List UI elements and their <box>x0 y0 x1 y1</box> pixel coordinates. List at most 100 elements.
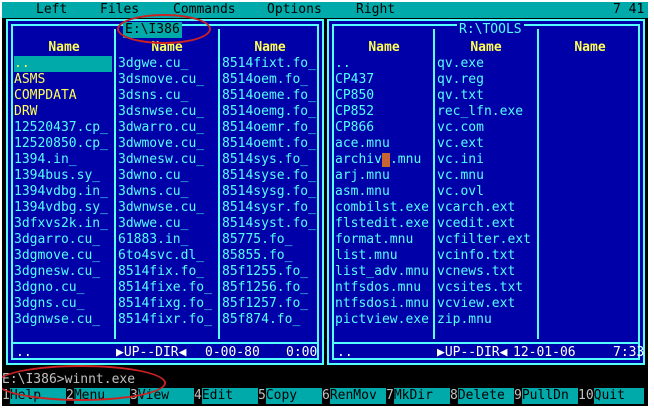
menu-left[interactable]: Left <box>36 2 67 18</box>
file-entry[interactable]: vc.ext <box>437 136 535 152</box>
file-entry[interactable]: vcfilter.ext <box>437 232 535 248</box>
file-entry[interactable]: 1394bus.sy_ <box>14 168 112 184</box>
fkey-delete-button[interactable]: 8Delete <box>450 388 514 404</box>
file-entry[interactable]: 85855.fo_ <box>222 248 318 264</box>
file-entry[interactable]: 1394vdbg.in_ <box>14 184 112 200</box>
menu-files[interactable]: Files <box>100 2 139 18</box>
file-entry[interactable]: 8514sysr.fo_ <box>222 200 318 216</box>
file-entry[interactable]: 3dwmove.cu_ <box>118 136 216 152</box>
fkey-view-button[interactable]: 3View <box>130 388 194 404</box>
file-entry[interactable]: 3dwarro.cu_ <box>118 120 216 136</box>
right-panel[interactable]: R:\TOOLS Name Name Name .. CP437 CP850 CP85… <box>327 19 645 365</box>
file-entry[interactable]: qv.txt <box>437 88 535 104</box>
fkey-quit-button[interactable]: 10Quit <box>578 388 644 404</box>
file-entry[interactable]: asm.mnu <box>335 184 431 200</box>
file-entry[interactable]: 85775.fo_ <box>222 232 318 248</box>
file-entry[interactable]: 8514fix.fo_ <box>118 264 216 280</box>
command-line[interactable]: E:\I386>winnt.exe <box>2 372 648 387</box>
file-entry[interactable]: list.mnu <box>335 248 431 264</box>
file-entry[interactable]: ntfsdosi.mnu <box>335 296 431 312</box>
file-entry[interactable]: ntfsdos.mnu <box>335 280 431 296</box>
file-entry[interactable]: vc.com <box>437 120 535 136</box>
menu-commands[interactable]: Commands <box>173 2 236 18</box>
file-entry[interactable]: zip.mnu <box>437 312 535 328</box>
file-entry[interactable]: 3dwnesw.cu_ <box>118 152 216 168</box>
file-entry[interactable]: 3dwno.cu_ <box>118 168 216 184</box>
menu-options[interactable]: Options <box>267 2 322 18</box>
file-entry[interactable]: arj.mnu <box>335 168 431 184</box>
file-entry[interactable]: vcsites.txt <box>437 280 535 296</box>
file-entry[interactable]: list_adv.mnu <box>335 264 431 280</box>
file-entry[interactable]: 3dgnesw.cu_ <box>14 264 112 280</box>
file-entry[interactable]: 85f1255.fo_ <box>222 264 318 280</box>
file-entry[interactable]: 8514sys.fo_ <box>222 152 318 168</box>
file-entry[interactable]: 8514fixt.fo_ <box>222 56 318 72</box>
left-panel[interactable]: E:\I386 Name Name Name .. ASMS COMPDATA DRW… <box>6 19 324 365</box>
file-entry[interactable]: qv.exe <box>437 56 535 72</box>
file-entry[interactable]: 12520437.cp_ <box>14 120 112 136</box>
file-entry[interactable]: vcedit.ext <box>437 216 535 232</box>
file-entry[interactable]: vcinfo.txt <box>437 248 535 264</box>
fkey-renmov-button[interactable]: 6RenMov <box>322 388 386 404</box>
file-entry[interactable]: 8514fixg.fo_ <box>118 296 216 312</box>
file-entry[interactable]: 8514sysg.fo_ <box>222 184 318 200</box>
file-entry[interactable]: CP850 <box>335 88 431 104</box>
file-entry[interactable]: 3dsns.cu_ <box>118 88 216 104</box>
file-entry[interactable]: 8514syse.fo_ <box>222 168 318 184</box>
file-entry[interactable]: 85f1256.fo_ <box>222 280 318 296</box>
file-entry[interactable]: 85f874.fo_ <box>222 312 318 328</box>
file-entry[interactable]: vc.ovl <box>437 184 535 200</box>
file-entry[interactable]: 3dsnwse.cu_ <box>118 104 216 120</box>
file-entry[interactable]: ace.mnu <box>335 136 431 152</box>
file-entry[interactable]: vc.ini <box>437 152 535 168</box>
file-entry[interactable]: 8514oemg.fo_ <box>222 104 318 120</box>
file-entry[interactable]: 12520850.cp_ <box>14 136 112 152</box>
file-entry[interactable]: 3dgwe.cu_ <box>118 56 216 72</box>
file-entry[interactable]: 8514syst.fo_ <box>222 216 318 232</box>
file-entry[interactable]: 1394.in_ <box>14 152 112 168</box>
file-entry[interactable]: format.mnu <box>335 232 431 248</box>
file-entry[interactable]: qv.reg <box>437 72 535 88</box>
file-entry[interactable]: 6to4svc.dl_ <box>118 248 216 264</box>
fkey-copy-button[interactable]: 5Copy <box>258 388 322 404</box>
file-entry[interactable]: DRW <box>14 104 112 120</box>
file-entry[interactable]: .. <box>14 56 112 72</box>
file-entry[interactable]: pictview.exe <box>335 312 431 328</box>
file-entry[interactable]: 8514oem.fo_ <box>222 72 318 88</box>
file-entry[interactable]: flstedit.exe <box>335 216 431 232</box>
file-entry[interactable]: 3dsmove.cu_ <box>118 72 216 88</box>
fkey-edit-button[interactable]: 4Edit <box>194 388 258 404</box>
file-entry[interactable]: 3dwnwse.cu_ <box>118 200 216 216</box>
file-entry[interactable]: vcview.ext <box>437 296 535 312</box>
file-entry[interactable]: 3dgmove.cu_ <box>14 248 112 264</box>
file-entry[interactable]: .. <box>335 56 431 72</box>
file-entry[interactable]: 8514fixr.fo_ <box>118 312 216 328</box>
file-entry[interactable]: 8514oemt.fo_ <box>222 136 318 152</box>
file-entry[interactable]: CP437 <box>335 72 431 88</box>
file-entry[interactable]: 8514oemr.fo_ <box>222 120 318 136</box>
file-entry[interactable]: vcnews.txt <box>437 264 535 280</box>
file-entry[interactable]: 8514fixe.fo_ <box>118 280 216 296</box>
fkey-pulldn-button[interactable]: 9PullDn <box>514 388 578 404</box>
file-entry[interactable]: 61883.in_ <box>118 232 216 248</box>
file-entry[interactable]: 3dgno.cu_ <box>14 280 112 296</box>
fkey-menu-button[interactable]: 2Menu <box>66 388 130 404</box>
file-entry[interactable]: combilst.exe <box>335 200 431 216</box>
fkey-mkdir-button[interactable]: 7MkDir <box>386 388 450 404</box>
file-entry[interactable]: CP852 <box>335 104 431 120</box>
file-entry[interactable]: 3dgnwse.cu_ <box>14 312 112 328</box>
menu-right[interactable]: Right <box>356 2 395 18</box>
file-entry[interactable]: 3dwwe.cu_ <box>118 216 216 232</box>
file-entry[interactable]: 3dgns.cu_ <box>14 296 112 312</box>
file-entry[interactable]: COMPDATA <box>14 88 112 104</box>
file-entry[interactable]: rec_lfn.exe <box>437 104 535 120</box>
file-entry[interactable]: ASMS <box>14 72 112 88</box>
file-entry[interactable]: vc.mnu <box>437 168 535 184</box>
file-entry[interactable]: CP866 <box>335 120 431 136</box>
file-entry[interactable]: 85f1257.fo_ <box>222 296 318 312</box>
file-entry[interactable]: vcarch.ext <box>437 200 535 216</box>
fkey-help-button[interactable]: 1Help <box>2 388 66 404</box>
file-entry[interactable]: archiv .mnu <box>335 152 431 168</box>
file-entry[interactable]: 3dgarro.cu_ <box>14 232 112 248</box>
file-entry[interactable]: 3dfxvs2k.in_ <box>14 216 112 232</box>
